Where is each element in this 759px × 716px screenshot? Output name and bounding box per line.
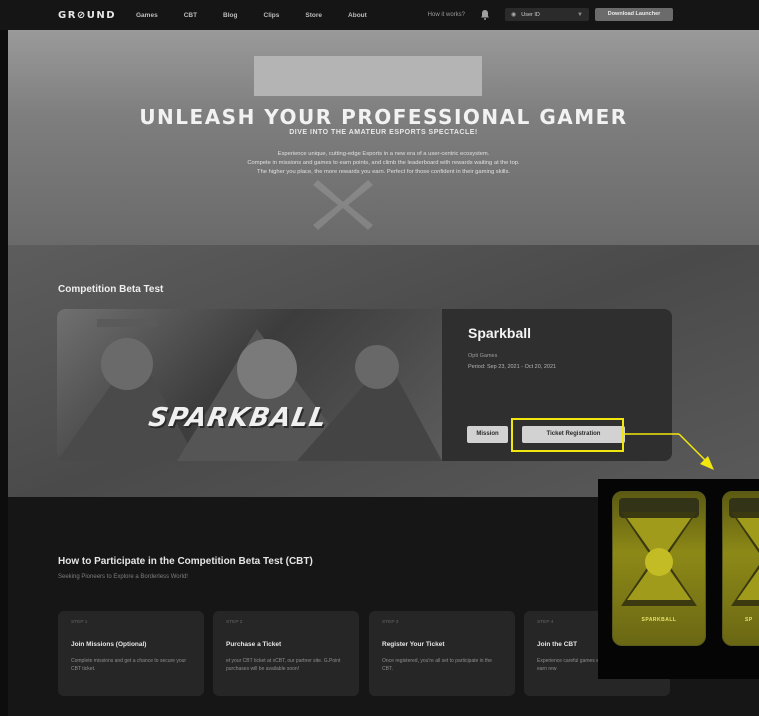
nav-right-group: How it works? ◉ User ID ▼ [428, 8, 589, 21]
step-description: Complete missions and get a chance to se… [71, 658, 187, 672]
step-card: STEP 2 Purchase a Ticket et your CBT tic… [213, 611, 359, 696]
notification-icon[interactable] [479, 9, 491, 21]
nav-clips[interactable]: Clips [264, 12, 280, 19]
participate-subtitle: Seeking Pioneers to Explore a Borderless… [58, 574, 188, 580]
step-description: et your CBT ticket at xCBT, our partner … [226, 658, 341, 672]
step-number: STEP 2 [226, 620, 243, 625]
mobile-callout: SPARKBALL SP [598, 479, 759, 679]
mission-button[interactable]: Mission [467, 426, 508, 443]
cbt-heading: Competition Beta Test [58, 284, 164, 295]
participate-title: How to Participate in the Competition Be… [58, 556, 313, 567]
hero-x-graphic [313, 180, 373, 230]
step-number: STEP 1 [71, 620, 88, 625]
step-description: Once registered, you're all set to parti… [382, 658, 492, 672]
user-icon: ◉ [511, 12, 517, 18]
step-title: Join the CBT [537, 641, 578, 648]
game-banner-image: SPARKBALL [57, 309, 442, 461]
hero-subtitle: DIVE INTO THE AMATEUR ESPORTS SPECTACLE! [289, 129, 478, 136]
hero-banner: UNLEASH YOUR PROFESSIONAL GAMER DIVE INT… [8, 30, 759, 245]
game-period: Period: Sep 23, 2021 - Oct 20, 2021 [468, 364, 557, 370]
hero-desc-line: The higher you place, the more rewards y… [257, 169, 510, 175]
chevron-down-icon: ▼ [577, 11, 583, 18]
phone-label: SPARKBALL [641, 617, 677, 623]
step-title: Register Your Ticket [382, 641, 445, 648]
top-nav: GR⊘UND Games CBT Blog Clips Store About … [0, 0, 759, 30]
download-launcher-button[interactable]: Download Launcher [595, 8, 673, 21]
nav-about[interactable]: About [348, 12, 367, 19]
step-number: STEP 4 [537, 620, 554, 625]
step-card: STEP 1 Join Missions (Optional) Complete… [58, 611, 204, 696]
hero-desc-line: Compete in missions and games to earn po… [247, 160, 520, 166]
nav-games[interactable]: Games [136, 12, 158, 19]
game-art [57, 319, 442, 461]
phone-card: SP [722, 491, 759, 646]
game-publisher: Opti Games [468, 353, 498, 359]
how-it-works-link[interactable]: How it works? [428, 12, 465, 18]
hero-desc-line: Experience unique, cutting-edge Esports … [277, 151, 490, 157]
sparkball-logo: SPARKBALL [146, 403, 330, 433]
phone-label: SP [745, 617, 753, 623]
nav-cbt[interactable]: CBT [184, 12, 197, 19]
phone-x-graphic [621, 512, 697, 606]
cbt-section: Competition Beta Test SPARKBALL Sparkbal… [8, 245, 759, 497]
step-number: STEP 3 [382, 620, 399, 625]
step-card: STEP 3 Register Your Ticket Once registe… [369, 611, 515, 696]
step-title: Join Missions (Optional) [71, 641, 147, 648]
phone-x-graphic [731, 512, 759, 606]
game-title: Sparkball [468, 325, 532, 341]
phone-card: SPARKBALL [612, 491, 706, 646]
ground-logo[interactable]: GR⊘UND [58, 10, 136, 21]
hero-description: Experience unique, cutting-edge Esports … [8, 150, 759, 177]
hero-title: UNLEASH YOUR PROFESSIONAL GAMER [139, 105, 628, 129]
step-title: Purchase a Ticket [226, 641, 282, 648]
user-id-label: User ID [521, 11, 540, 18]
user-id-dropdown[interactable]: ◉ User ID ▼ [505, 8, 589, 21]
highlight-box [511, 418, 624, 452]
hero-image-placeholder [254, 56, 482, 96]
nav-store[interactable]: Store [305, 12, 322, 19]
nav-blog[interactable]: Blog [223, 12, 237, 19]
